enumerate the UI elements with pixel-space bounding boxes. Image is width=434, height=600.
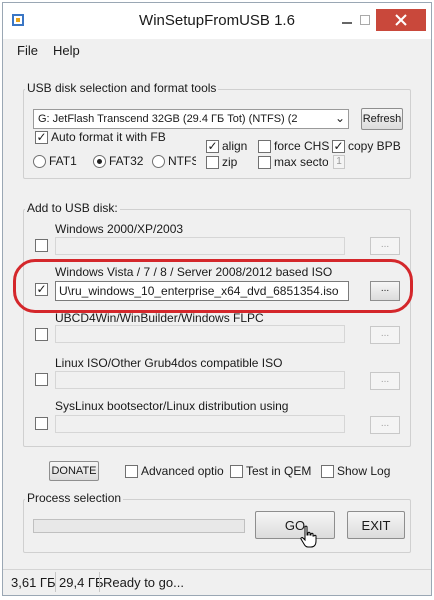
menu-help[interactable]: Help — [53, 43, 80, 58]
browse-button-win2000[interactable]: ... — [370, 237, 400, 255]
donate-button[interactable]: DONATE — [49, 461, 99, 481]
usb-disk-value: G: JetFlash Transcend 32GB (29.4 ГБ Tot)… — [38, 113, 298, 125]
source-path-linux-iso[interactable] — [55, 371, 345, 389]
show-log-checkbox[interactable] — [321, 465, 334, 478]
test-qemu-label: Test in QEMU — [246, 464, 312, 478]
copy-bpb-checkbox[interactable]: ✓ — [332, 140, 345, 153]
fat32-radio[interactable] — [93, 155, 106, 168]
exit-button[interactable]: EXIT — [347, 511, 405, 539]
browse-button-ubcd4win[interactable]: ... — [370, 326, 400, 344]
hand-cursor-icon — [300, 525, 317, 548]
refresh-button[interactable]: Refresh — [361, 108, 403, 130]
source-label-ubcd4win: UBCD4Win/WinBuilder/Windows FLPC — [55, 311, 264, 325]
browse-button-linux-iso[interactable]: ... — [370, 372, 400, 390]
progress-bar — [33, 519, 245, 533]
copy-bpb-label: copy BPB — [348, 139, 401, 153]
source-checkbox-ubcd4win[interactable] — [35, 328, 48, 341]
highlight-annotation — [13, 259, 413, 313]
show-log-label: Show Log — [337, 464, 391, 478]
force-chs-checkbox[interactable] — [258, 140, 271, 153]
force-chs-label: force CHS — [274, 139, 330, 153]
maximize-icon — [360, 15, 370, 25]
zip-label: zip — [222, 155, 238, 169]
status-divider — [99, 572, 100, 592]
max-sectors-spinner[interactable]: 1 — [333, 155, 345, 169]
fat32-label: FAT32 — [109, 154, 144, 168]
status-total-space: 29,4 ГБ — [59, 575, 104, 590]
maximize-button[interactable] — [355, 7, 375, 33]
main-window: WinSetupFromUSB 1.6 File Help USB disk s… — [2, 2, 432, 596]
auto-format-label: Auto format it with FB — [51, 130, 166, 144]
advanced-options-label: Advanced optio — [141, 464, 224, 478]
advanced-options-checkbox[interactable] — [125, 465, 138, 478]
max-sectors-label: max secto — [274, 155, 328, 169]
title-bar[interactable]: WinSetupFromUSB 1.6 — [3, 3, 431, 39]
go-button[interactable]: GO — [255, 511, 335, 539]
menu-bar: File Help — [3, 39, 431, 61]
max-sectors-checkbox[interactable] — [258, 156, 271, 169]
usb-group-label: USB disk selection and format tools — [25, 81, 219, 95]
source-path-syslinux[interactable] — [55, 415, 345, 433]
close-button[interactable] — [376, 9, 426, 31]
process-group-label: Process selection — [25, 491, 124, 505]
source-label-linux-iso: Linux ISO/Other Grub4dos compatible ISO — [55, 356, 283, 370]
source-label-win2000: Windows 2000/XP/2003 — [55, 222, 184, 236]
source-checkbox-win2000[interactable] — [35, 239, 48, 252]
close-icon — [395, 14, 407, 26]
status-message: Ready to go... — [103, 575, 184, 590]
menu-file[interactable]: File — [17, 43, 38, 58]
source-path-ubcd4win[interactable] — [55, 325, 345, 343]
ntfs-radio[interactable] — [152, 155, 165, 168]
ntfs-label: NTFS — [168, 154, 196, 168]
source-checkbox-syslinux[interactable] — [35, 417, 48, 430]
fat16-label: FAT16 — [49, 154, 77, 168]
source-label-syslinux: SysLinux bootsector/Linux distribution u… — [55, 399, 289, 413]
status-bar: 3,61 ГБ 29,4 ГБ Ready to go... — [3, 569, 431, 595]
auto-format-checkbox[interactable]: ✓ — [35, 131, 48, 144]
zip-checkbox[interactable] — [206, 156, 219, 169]
add-group-label: Add to USB disk: — [25, 201, 120, 215]
align-label: align — [222, 139, 248, 153]
usb-disk-select[interactable]: G: JetFlash Transcend 32GB (29.4 ГБ Tot)… — [33, 109, 349, 129]
source-checkbox-linux-iso[interactable] — [35, 373, 48, 386]
test-qemu-checkbox[interactable] — [230, 465, 243, 478]
source-path-win2000[interactable] — [55, 237, 345, 255]
align-checkbox[interactable]: ✓ — [206, 140, 219, 153]
browse-button-syslinux[interactable]: ... — [370, 416, 400, 434]
chevron-down-icon: ⌄ — [334, 111, 345, 125]
status-free-space: 3,61 ГБ — [11, 575, 56, 590]
fat16-radio[interactable] — [33, 155, 46, 168]
status-divider — [55, 572, 56, 592]
minimize-icon — [342, 22, 352, 24]
